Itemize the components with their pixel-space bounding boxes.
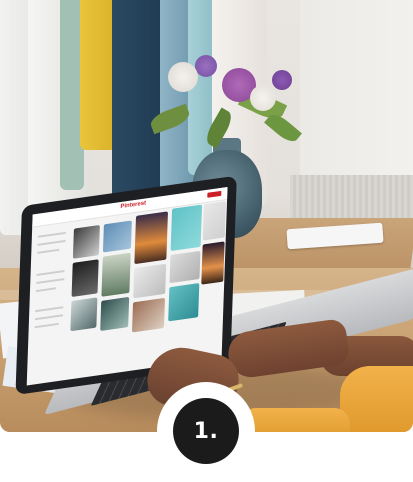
site-logo: Pinterest: [120, 200, 147, 211]
flower: [195, 55, 217, 77]
pin-image: [169, 250, 201, 284]
pin-image: [202, 201, 227, 241]
header-button: [207, 190, 222, 198]
pin-image: [102, 220, 132, 253]
pin-image: [133, 263, 167, 299]
pin-image: [131, 297, 166, 333]
yellow-sleeve: [340, 366, 413, 432]
wall: [300, 0, 413, 200]
sidebar-line: [34, 314, 63, 321]
hero-photo: Pinterest: [0, 0, 413, 432]
flower: [168, 62, 198, 92]
pin-image: [71, 259, 99, 298]
pin-image: [72, 225, 100, 259]
sidebar-line: [37, 239, 66, 246]
pin-image: [170, 204, 203, 252]
step-badge: 1.: [157, 382, 255, 480]
flower: [272, 70, 292, 90]
flower: [250, 85, 276, 111]
yellow-sleeve: [240, 408, 350, 432]
sidebar-line: [34, 322, 59, 329]
pin-image: [201, 241, 225, 285]
pin-image: [134, 211, 169, 265]
sidebar-line: [37, 248, 60, 254]
pin-image: [100, 296, 130, 332]
sidebar-line: [37, 231, 66, 238]
sidebar-line: [35, 287, 56, 293]
leaf: [264, 110, 302, 146]
sidebar-line: [36, 270, 65, 276]
pin-image: [70, 297, 98, 332]
pin-image: [101, 252, 131, 297]
step-number-circle: 1.: [173, 398, 239, 464]
sidebar-line: [36, 278, 65, 285]
step-number: 1.: [193, 418, 219, 444]
sidebar-line: [35, 306, 64, 313]
pin-image: [168, 282, 200, 322]
hanging-garment: [112, 0, 167, 200]
